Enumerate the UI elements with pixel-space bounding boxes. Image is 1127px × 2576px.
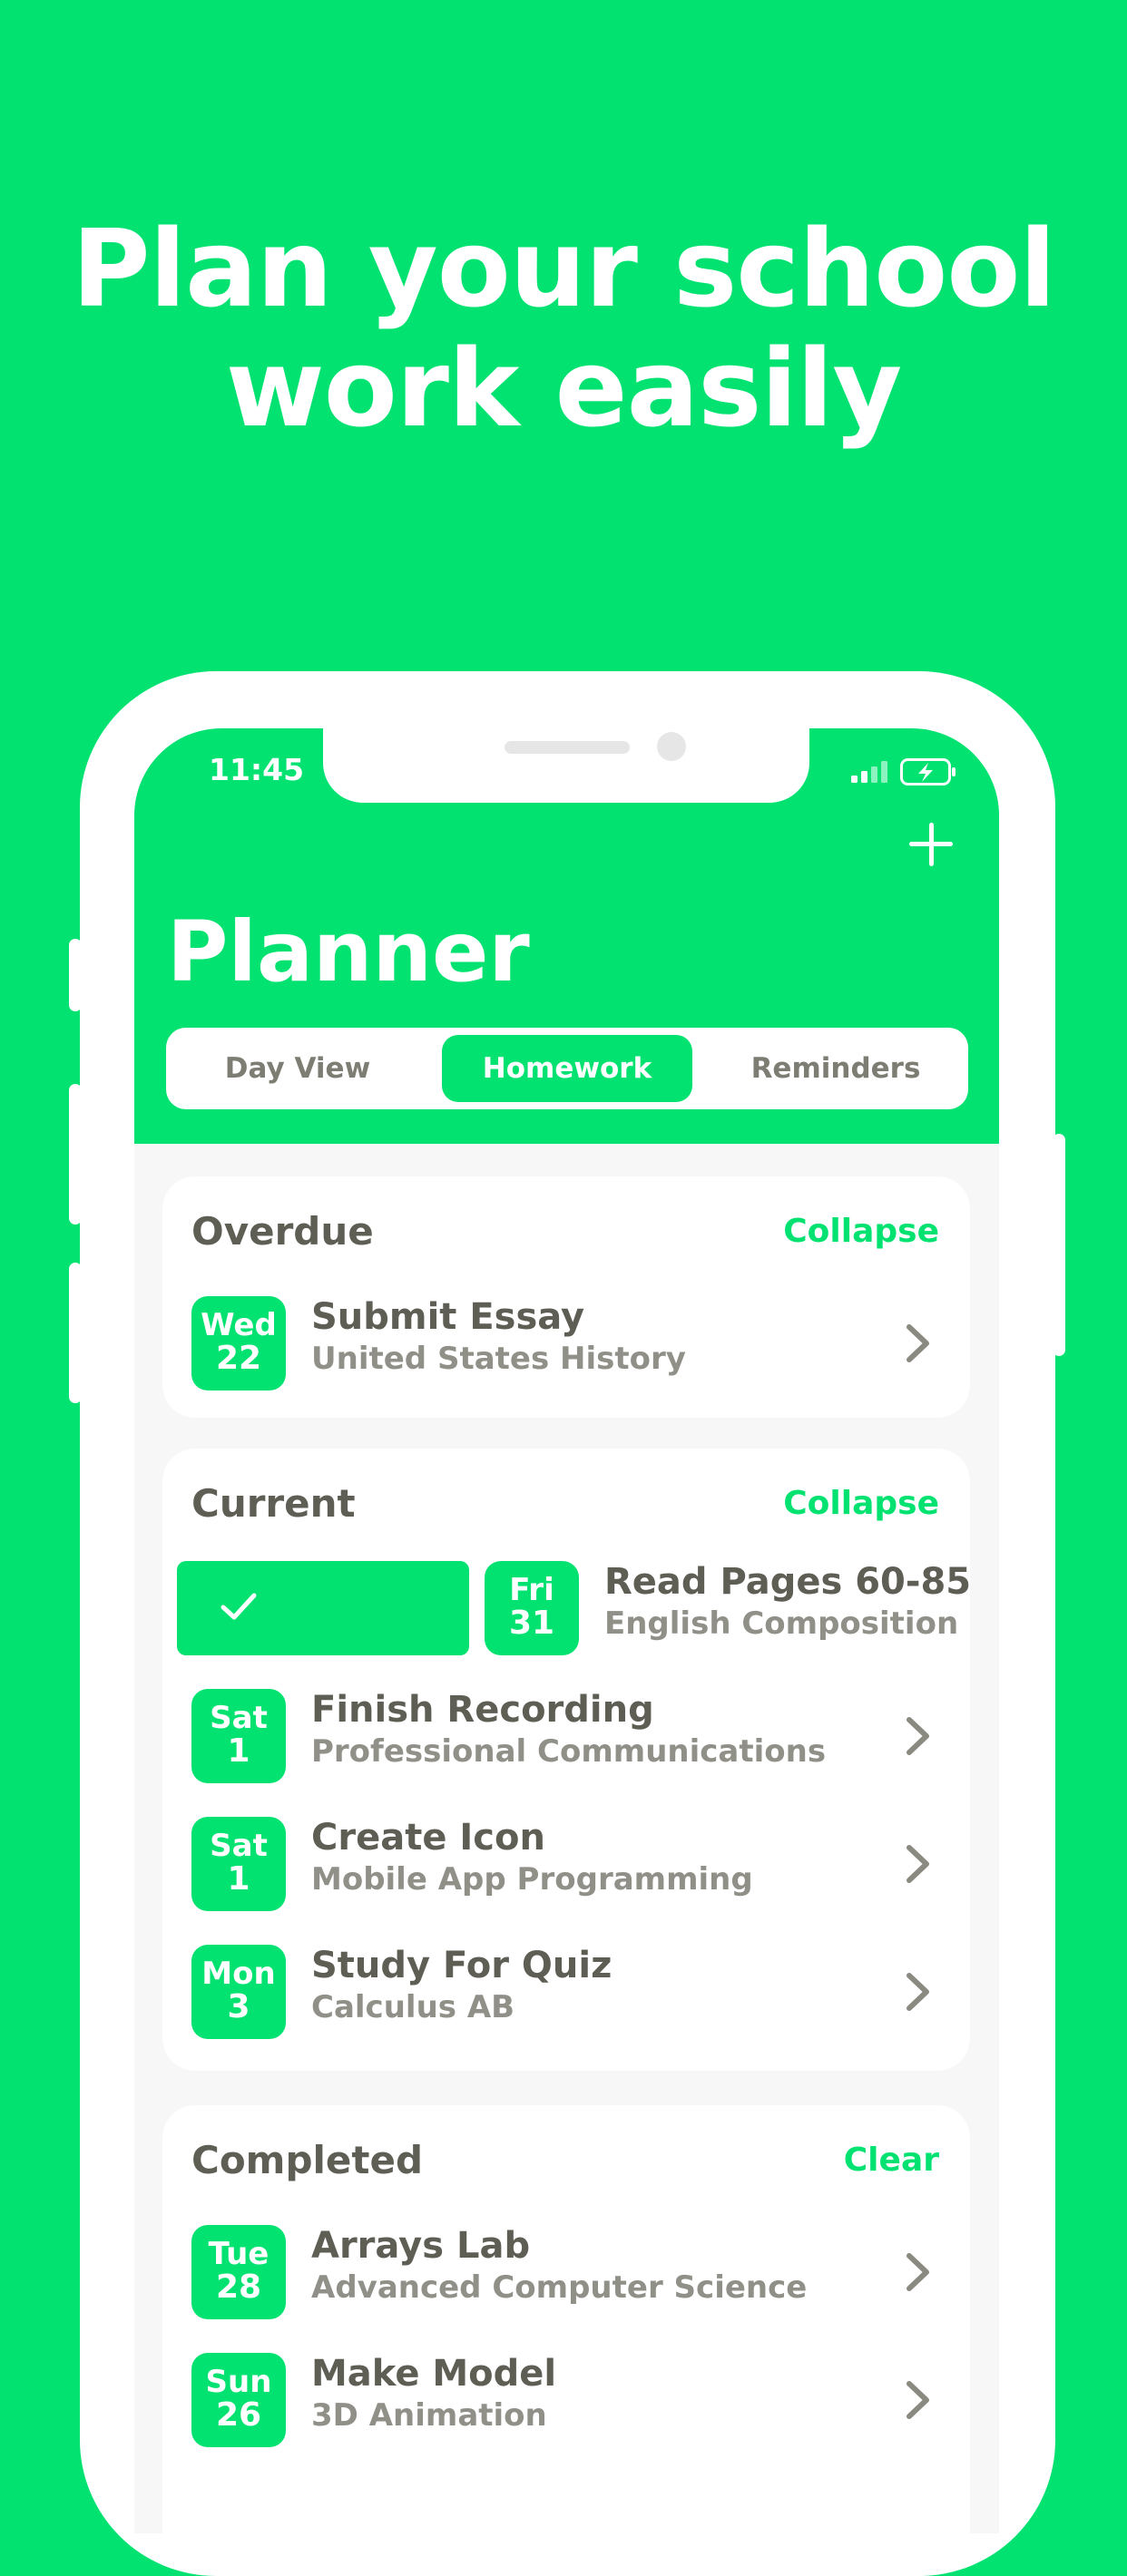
course-name: Mobile App Programming [311, 1861, 753, 1898]
date-weekday: Wed [201, 1307, 277, 1343]
date-weekday: Sat [210, 1700, 268, 1736]
battery-charging-icon [900, 758, 956, 785]
row-text: Create Icon Mobile App Programming [311, 1815, 753, 1898]
date-badge: Wed 22 [191, 1296, 286, 1390]
chevron-right-icon [906, 1324, 929, 1362]
homework-row[interactable]: Sat 1 Create Icon Mobile App Programming [162, 1810, 970, 1918]
assignment-title: Study For Quiz [311, 1945, 612, 1986]
page-title: Planner [167, 903, 530, 1000]
front-camera [657, 732, 686, 761]
phone-volume-up-button [69, 1084, 82, 1225]
date-badge: Mon 3 [191, 1945, 286, 2039]
date-badge: Sat 1 [191, 1817, 286, 1911]
date-day: 1 [227, 1860, 250, 1898]
homework-row[interactable]: Mon 3 Study For Quiz Calculus AB [162, 1937, 970, 2046]
overdue-card: Overdue Collapse Wed 22 Submit Essay Uni… [162, 1176, 970, 1418]
chevron-right-icon [906, 1717, 929, 1755]
chevron-right-icon [906, 1845, 929, 1883]
date-day: 28 [215, 2269, 262, 2306]
course-name: English Composition [604, 1605, 959, 1642]
assignment-title: Make Model [311, 2353, 557, 2395]
homework-row-swiped[interactable]: Fri 31 Read Pages 60-85 English Composit… [162, 1554, 971, 1663]
phone-screen: 11:45 Planner Day View Homework Reminder… [134, 728, 999, 2533]
homework-row[interactable]: Tue 28 Arrays Lab Advanced Computer Scie… [162, 2218, 970, 2327]
date-day: 3 [227, 1988, 250, 2025]
assignment-title: Read Pages 60-85 [604, 1561, 972, 1603]
date-day: 26 [215, 2396, 262, 2434]
checkmark-icon [220, 1593, 257, 1620]
completed-card: Completed Clear Tue 28 Arrays Lab Advanc… [162, 2105, 970, 2533]
date-badge: Sun 26 [191, 2353, 286, 2447]
tab-homework[interactable]: Homework [442, 1035, 692, 1102]
speaker-grille [505, 741, 630, 754]
homework-row[interactable]: Sat 1 Finish Recording Professional Comm… [162, 1682, 970, 1791]
row-text: Submit Essay United States History [311, 1294, 686, 1378]
date-day: 22 [215, 1340, 262, 1377]
date-weekday: Mon [201, 1956, 276, 1992]
homework-row[interactable]: Wed 22 Submit Essay United States Histor… [162, 1289, 970, 1398]
phone-mute-switch [69, 939, 82, 1011]
date-weekday: Sun [205, 2364, 272, 2400]
row-text: Study For Quiz Calculus AB [311, 1943, 612, 2026]
course-name: Professional Communications [311, 1733, 827, 1770]
assignment-title: Finish Recording [311, 1689, 654, 1731]
row-text: Arrays Lab Advanced Computer Science [311, 2223, 807, 2307]
view-segmented-control: Day View Homework Reminders [166, 1028, 968, 1109]
device-notch [323, 728, 809, 803]
date-badge: Fri 31 [485, 1561, 579, 1655]
chevron-right-icon [906, 2381, 929, 2419]
mark-complete-button[interactable] [177, 1561, 469, 1655]
section-title-completed: Completed [191, 2138, 424, 2182]
phone-power-button [1053, 1134, 1065, 1356]
phone-volume-down-button [69, 1263, 82, 1403]
row-text: Finish Recording Professional Communicat… [311, 1687, 826, 1771]
homework-row[interactable]: Sun 26 Make Model 3D Animation [162, 2346, 970, 2454]
section-title-current: Current [191, 1481, 356, 1526]
assignment-title: Arrays Lab [311, 2225, 531, 2267]
row-text: Read Pages 60-85 English Composition [604, 1559, 971, 1643]
assignment-title: Submit Essay [311, 1296, 585, 1338]
course-name: Calculus AB [311, 1989, 515, 2025]
tab-day-view[interactable]: Day View [175, 1035, 420, 1102]
collapse-overdue-button[interactable]: Collapse [783, 1213, 939, 1250]
date-day: 31 [508, 1605, 555, 1642]
date-badge: Sat 1 [191, 1689, 286, 1783]
course-name: Advanced Computer Science [311, 2269, 808, 2306]
course-name: United States History [311, 1341, 686, 1377]
assignment-title: Create Icon [311, 1817, 545, 1859]
chevron-right-icon [906, 1973, 929, 2011]
date-weekday: Tue [208, 2236, 270, 2272]
collapse-current-button[interactable]: Collapse [783, 1485, 939, 1522]
headline-line-2: work easily [225, 326, 903, 451]
clear-completed-button[interactable]: Clear [844, 2142, 939, 2179]
status-time: 11:45 [209, 752, 305, 787]
headline: Plan your school work easily [0, 209, 1127, 448]
headline-line-1: Plan your school [72, 206, 1056, 331]
chevron-right-icon [906, 2253, 929, 2291]
tab-reminders[interactable]: Reminders [710, 1035, 961, 1102]
course-name: 3D Animation [311, 2397, 547, 2434]
date-weekday: Fri [509, 1572, 554, 1608]
current-card: Current Collapse Fri 31 Read Pages 60-85… [162, 1449, 971, 2071]
cellular-signal-icon [851, 761, 887, 783]
add-homework-button[interactable] [906, 819, 956, 870]
date-badge: Tue 28 [191, 2225, 286, 2319]
row-text: Make Model 3D Animation [311, 2351, 556, 2435]
date-weekday: Sat [210, 1828, 268, 1864]
section-title-overdue: Overdue [191, 1209, 374, 1254]
date-day: 1 [227, 1732, 250, 1770]
